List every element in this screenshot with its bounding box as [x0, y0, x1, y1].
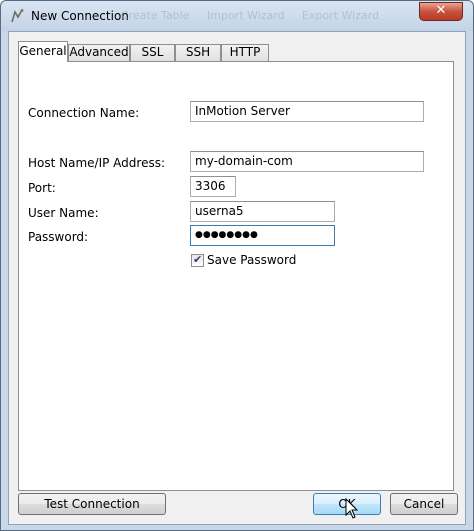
mouse-cursor-icon: [345, 498, 359, 519]
password-label: Password:: [28, 230, 89, 244]
save-password-checkbox[interactable]: ✔: [191, 253, 204, 267]
tab-ssh[interactable]: SSH: [175, 44, 221, 61]
ghost-toolbar-item: Import Wizard: [207, 9, 285, 22]
cancel-button[interactable]: Cancel: [390, 493, 458, 515]
ghost-toolbar-item: Create Table: [121, 9, 190, 22]
host-input[interactable]: my-domain-com: [190, 151, 424, 172]
tab-advanced[interactable]: Advanced: [68, 44, 130, 61]
port-label: Port:: [28, 181, 56, 195]
connection-name-input[interactable]: InMotion Server: [190, 101, 424, 122]
host-label: Host Name/IP Address:: [28, 156, 166, 170]
tab-ssl[interactable]: SSL: [130, 44, 175, 61]
window-title: New Connection: [31, 9, 129, 23]
dialog-client-area: General Advanced SSL SSH HTTP Connection…: [8, 31, 466, 525]
user-name-input[interactable]: userna5: [190, 201, 335, 222]
port-input[interactable]: 3306: [190, 176, 236, 197]
dialog-window: New Connection Create Table Import Wizar…: [0, 0, 474, 531]
title-bar[interactable]: New Connection Create Table Import Wizar…: [1, 1, 473, 31]
connection-name-label: Connection Name:: [28, 106, 140, 120]
general-tab-panel: Connection Name: InMotion Server Host Na…: [18, 61, 454, 491]
user-name-label: User Name:: [28, 206, 99, 220]
background-toolbar: Create Table Import Wizard Export Wizard: [121, 9, 393, 22]
save-password-label[interactable]: Save Password: [207, 253, 296, 267]
tab-http[interactable]: HTTP: [221, 44, 269, 61]
test-connection-button[interactable]: Test Connection: [18, 493, 166, 515]
checkmark-icon: ✔: [193, 253, 203, 266]
password-input[interactable]: ●●●●●●●●: [190, 225, 335, 246]
tab-general[interactable]: General: [18, 41, 68, 62]
close-button[interactable]: ✕: [419, 2, 463, 21]
ghost-toolbar-item: Export Wizard: [302, 9, 380, 22]
app-icon: [11, 9, 24, 23]
